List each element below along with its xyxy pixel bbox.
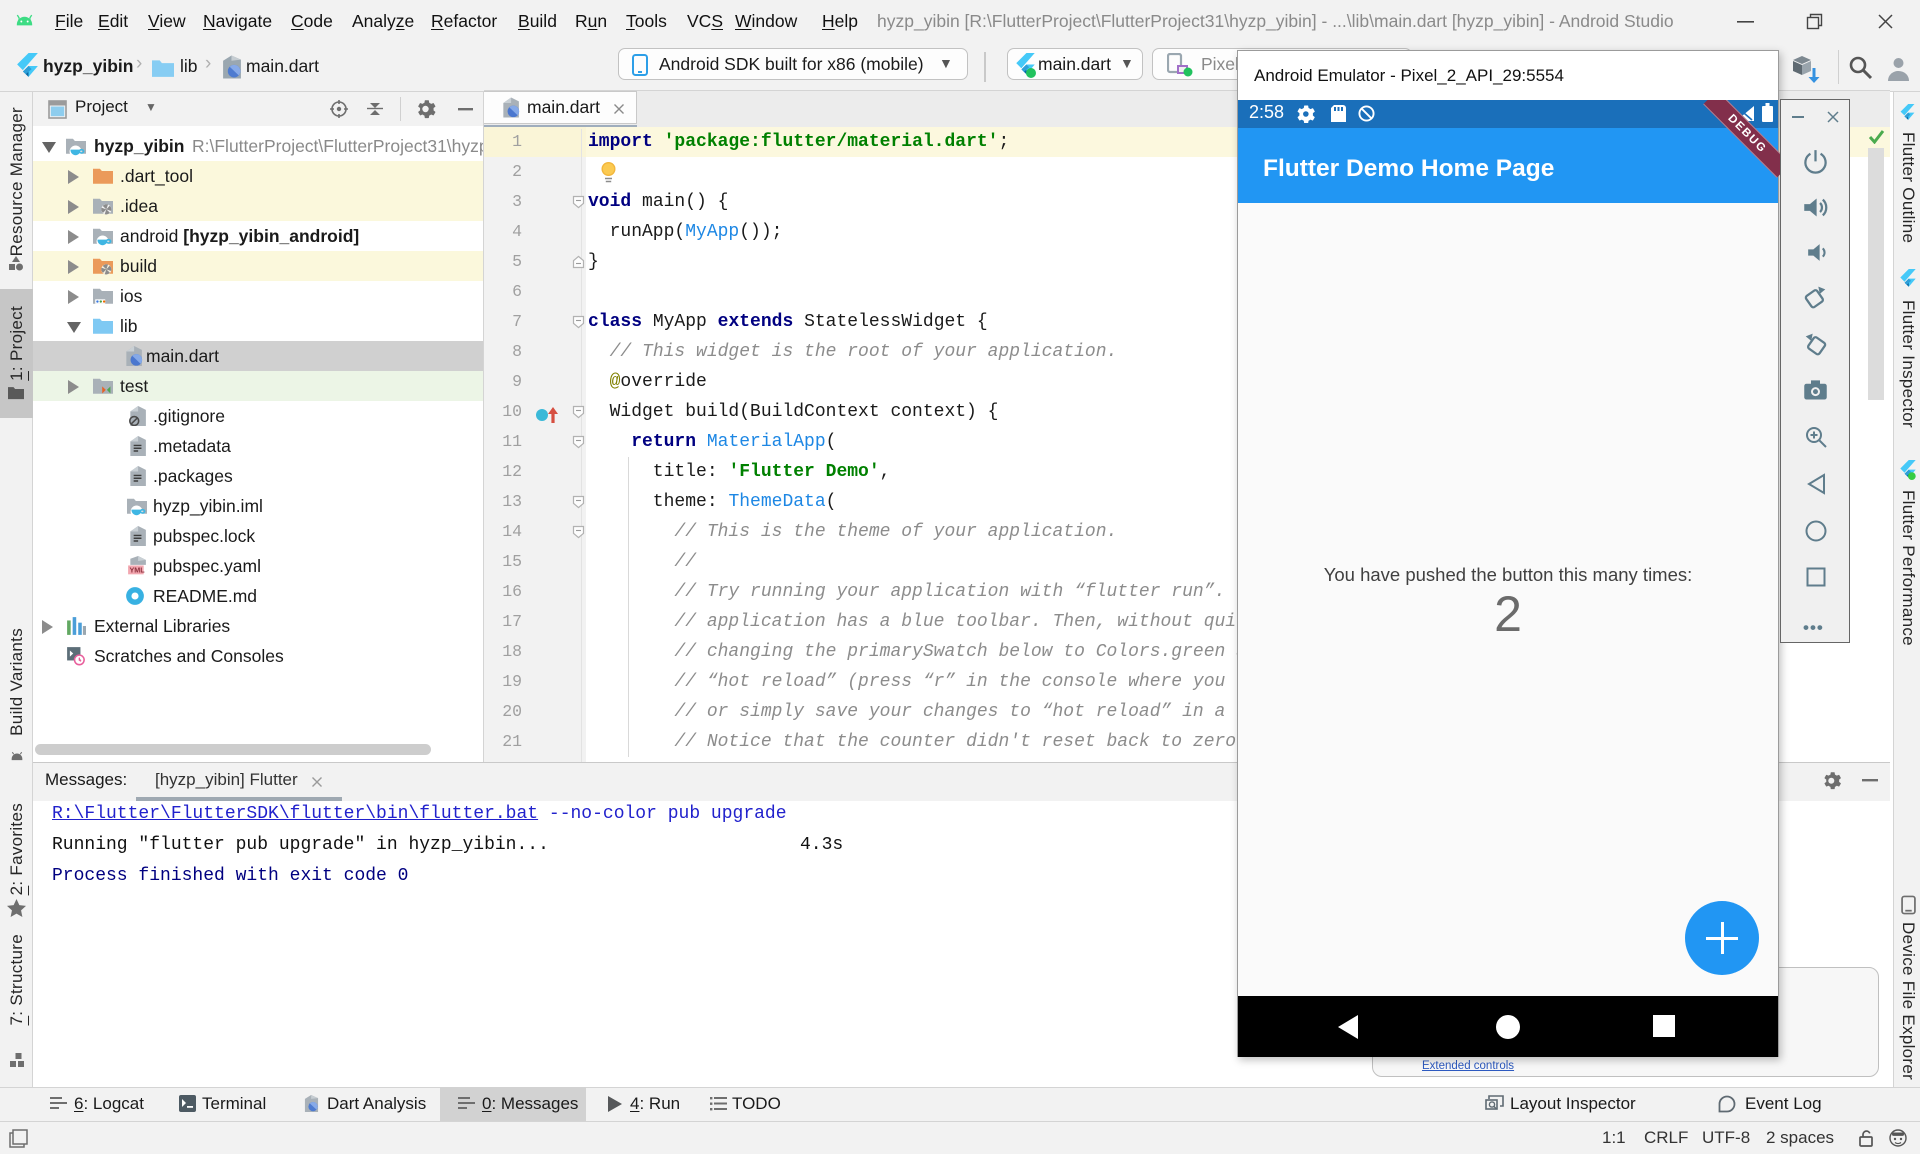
svg-text:YML: YML (129, 566, 145, 575)
